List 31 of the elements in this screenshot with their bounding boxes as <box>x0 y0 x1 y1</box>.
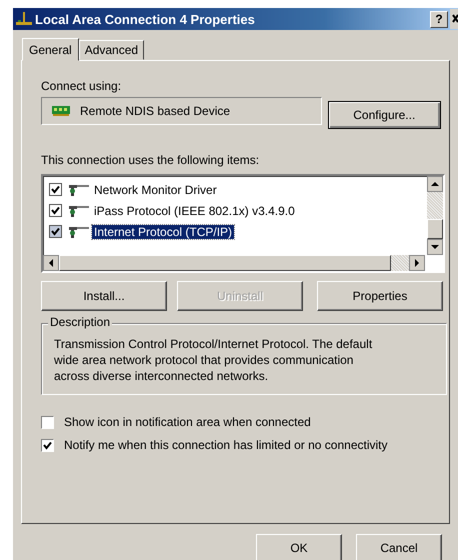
vertical-scrollbar[interactable] <box>427 176 443 255</box>
action-button[interactable]: Properties <box>317 281 443 311</box>
action-button[interactable]: Install... <box>41 281 167 311</box>
description-text: Transmission Control Protocol/Internet Protocol. The default wide area network protocol that provides communication across diverse interconnected networks. <box>54 336 374 384</box>
protocol-icon <box>68 204 90 218</box>
checkbox[interactable] <box>49 204 62 217</box>
tab[interactable]: Advanced <box>78 40 144 60</box>
network-card-icon <box>52 105 70 117</box>
dialog-button[interactable]: Cancel <box>356 534 442 560</box>
group-title: Description <box>48 315 112 329</box>
list-item[interactable]: Network Monitor Driver <box>92 182 219 196</box>
tab[interactable]: General <box>22 38 79 61</box>
section-label: Connect using: <box>41 79 122 93</box>
protocol-icon <box>68 224 90 238</box>
network-icon <box>15 11 33 27</box>
section-label: This connection uses the following items: <box>41 153 260 167</box>
device-name: Remote NDIS based Device <box>80 104 230 118</box>
checkbox[interactable] <box>49 183 62 196</box>
checkbox-label[interactable]: Show icon in notification area when connected <box>64 415 311 429</box>
scroll-thumb[interactable] <box>427 219 443 239</box>
list-item[interactable]: Internet Protocol (TCP/IP) <box>92 224 234 238</box>
dialog-button[interactable]: OK <box>256 534 342 560</box>
protocol-icon <box>68 182 90 196</box>
list-item[interactable]: iPass Protocol (IEEE 802.1x) v3.4.9.0 <box>92 204 297 218</box>
checkbox[interactable] <box>41 416 54 428</box>
window-title: Local Area Connection 4 Properties <box>35 12 256 26</box>
checkbox-label[interactable]: Notify me when this connection has limited or no connectivity <box>64 438 388 452</box>
checkbox[interactable] <box>49 225 62 238</box>
configure-button[interactable]: Configure... <box>328 101 441 129</box>
checkbox[interactable] <box>41 438 54 452</box>
help-button[interactable]: ? <box>430 10 448 28</box>
